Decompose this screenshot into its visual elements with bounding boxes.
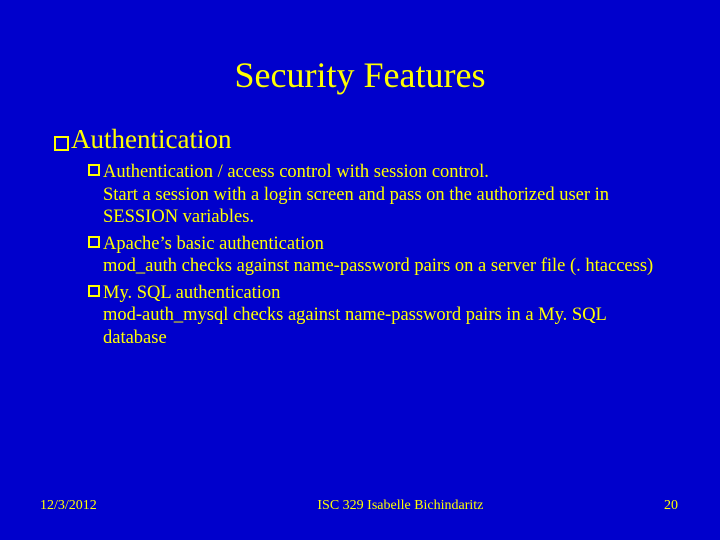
- bullet-list: Authentication / access control with ses…: [54, 157, 666, 350]
- footer-page-number: 20: [664, 498, 678, 514]
- slide-footer: 12/3/2012 ISC 329 Isabelle Bichindaritz …: [0, 498, 720, 514]
- list-item-head: Apache’s basic authentication: [103, 234, 324, 254]
- list-item-body: Apache’s basic authentication mod_auth c…: [103, 233, 656, 278]
- list-item-cont: mod_auth checks against name-password pa…: [103, 255, 656, 278]
- list-item-cont: mod-auth_mysql checks against name-passw…: [103, 304, 656, 349]
- list-item-body: Authentication / access control with ses…: [103, 161, 656, 229]
- slide-title: Security Features: [0, 0, 720, 114]
- section-heading: Authentication: [71, 124, 231, 155]
- footer-date: 12/3/2012: [40, 498, 97, 514]
- list-item-cont: Start a session with a login screen and …: [103, 184, 656, 229]
- section-heading-row: Authentication: [54, 114, 666, 157]
- square-bullet-icon: [54, 136, 69, 151]
- list-item-head: Authentication / access control with ses…: [103, 162, 489, 182]
- list-item: My. SQL authentication mod-auth_mysql ch…: [88, 282, 656, 350]
- slide-content: Authentication Authentication / access c…: [0, 114, 720, 350]
- footer-center: ISC 329 Isabelle Bichindaritz: [97, 498, 664, 514]
- square-bullet-icon: [88, 236, 100, 248]
- list-item-head: My. SQL authentication: [103, 283, 280, 303]
- list-item-body: My. SQL authentication mod-auth_mysql ch…: [103, 282, 656, 350]
- square-bullet-icon: [88, 164, 100, 176]
- slide: Security Features Authentication Authent…: [0, 0, 720, 540]
- list-item: Apache’s basic authentication mod_auth c…: [88, 233, 656, 278]
- list-item: Authentication / access control with ses…: [88, 161, 656, 229]
- square-bullet-icon: [88, 285, 100, 297]
